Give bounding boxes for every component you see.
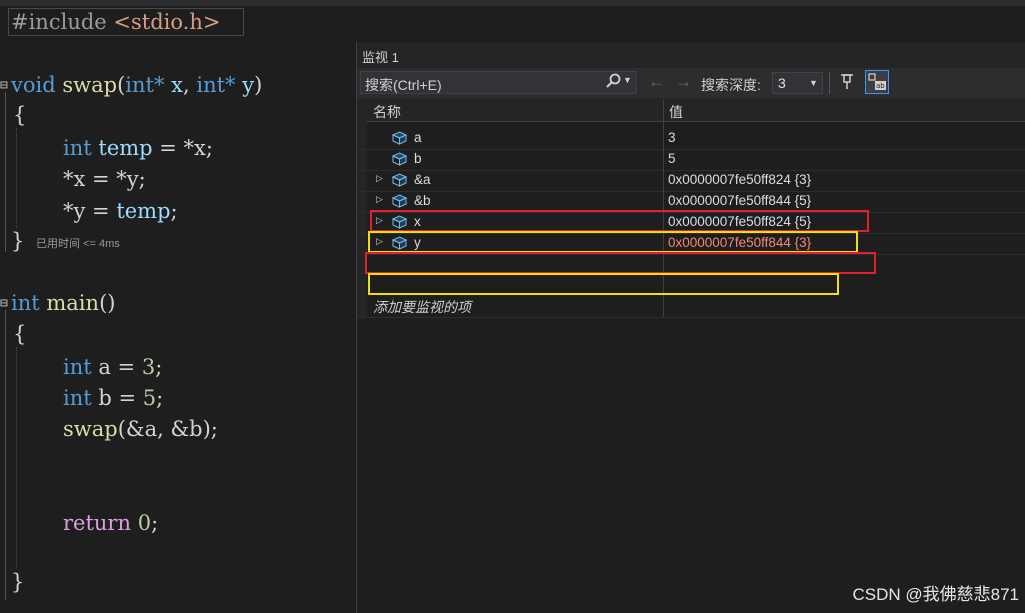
red-highlight-box bbox=[370, 210, 869, 232]
search-depth-label: 搜索深度: bbox=[701, 77, 761, 93]
pin-icon[interactable] bbox=[839, 72, 855, 94]
add-watch-placeholder: 添加要监视的项 bbox=[373, 299, 471, 315]
watch-window: 监视 1 搜索(Ctrl+E) ▼ ← → 搜索深度: 3 ▼ ab 名称 值 … bbox=[356, 42, 1025, 613]
main-close-brace: } bbox=[11, 570, 25, 594]
yellow-highlight-box bbox=[368, 231, 858, 253]
hex-display-icon[interactable]: ab bbox=[865, 70, 889, 94]
watch-row-value: 3 bbox=[668, 130, 676, 145]
watch-row[interactable]: b5 bbox=[357, 149, 1025, 171]
watch-row-name: &a bbox=[414, 172, 431, 187]
swap-signature[interactable]: void swap(int* x, int* y) bbox=[11, 73, 262, 97]
include-directive: #include bbox=[11, 10, 107, 34]
indent-guide bbox=[16, 347, 17, 567]
red-highlight-box bbox=[365, 252, 876, 274]
search-depth-select[interactable]: 3 ▼ bbox=[772, 72, 823, 94]
top-tab-strip bbox=[356, 0, 1025, 6]
add-watch-row[interactable]: 添加要监视的项 bbox=[357, 296, 1025, 318]
watch-row-value: 0x0000007fe50ff844 {5} bbox=[668, 193, 812, 208]
search-placeholder: 搜索(Ctrl+E) bbox=[365, 77, 442, 93]
code-editor[interactable]: #include <stdio.h> ⊟ void swap(int* x, i… bbox=[0, 0, 356, 613]
include-header: <stdio.h> bbox=[113, 10, 221, 34]
column-header-name[interactable]: 名称 bbox=[357, 99, 663, 122]
fold-line bbox=[5, 310, 6, 600]
swap-open-brace: { bbox=[13, 103, 27, 127]
variable-icon bbox=[391, 194, 408, 208]
watch-row[interactable]: a3 bbox=[357, 128, 1025, 150]
watch-row-value: 0x0000007fe50ff824 {3} bbox=[668, 172, 812, 187]
search-depth-value: 3 bbox=[778, 75, 786, 91]
collapse-toggle-swap[interactable]: ⊟ bbox=[0, 78, 8, 93]
line-return[interactable]: return 0; bbox=[63, 511, 158, 535]
expand-arrow-icon[interactable]: ▷ bbox=[376, 194, 383, 205]
line-int-b[interactable]: int b = 5; bbox=[63, 386, 163, 410]
watch-toolbar: 搜索(Ctrl+E) ▼ ← → 搜索深度: 3 ▼ ab bbox=[357, 68, 1025, 98]
variable-icon bbox=[391, 152, 408, 166]
swap-close-brace: } bbox=[11, 229, 25, 253]
search-dropdown-icon[interactable]: ▼ bbox=[623, 75, 632, 85]
search-icon[interactable] bbox=[605, 73, 621, 93]
indent-guide bbox=[16, 128, 17, 228]
variable-icon bbox=[391, 173, 408, 187]
back-arrow-icon[interactable]: ← bbox=[648, 72, 665, 92]
toolbar-divider bbox=[829, 72, 830, 94]
collapse-toggle-main[interactable]: ⊟ bbox=[0, 296, 8, 311]
chevron-down-icon: ▼ bbox=[809, 78, 818, 88]
main-signature[interactable]: int main() bbox=[11, 291, 115, 315]
include-line[interactable]: #include <stdio.h> bbox=[11, 10, 220, 34]
main-open-brace: { bbox=[13, 322, 27, 346]
line-int-a[interactable]: int a = 3; bbox=[63, 355, 162, 379]
csdn-watermark: CSDN @我佛慈悲871 bbox=[852, 585, 1019, 604]
elapsed-time-hint: 已用时间 <= 4ms bbox=[36, 238, 120, 250]
fold-line bbox=[5, 92, 6, 252]
yellow-highlight-box bbox=[368, 273, 839, 295]
variable-icon bbox=[391, 131, 408, 145]
line-deref-x[interactable]: *x = *y; bbox=[63, 167, 146, 191]
watch-row[interactable]: ▷ &a 0x0000007fe50ff824 {3} bbox=[357, 170, 1025, 192]
watch-title[interactable]: 监视 1 bbox=[362, 47, 399, 66]
watch-row-name: a bbox=[414, 130, 422, 145]
editor-tab-strip bbox=[0, 0, 356, 6]
search-input[interactable]: 搜索(Ctrl+E) ▼ bbox=[360, 71, 637, 94]
column-header-value[interactable]: 值 bbox=[664, 99, 1025, 122]
svg-text:ab: ab bbox=[876, 82, 885, 90]
line-temp[interactable]: int temp = *x; bbox=[63, 136, 213, 160]
expand-arrow-icon[interactable]: ▷ bbox=[376, 173, 383, 184]
line-deref-y[interactable]: *y = temp; bbox=[63, 199, 178, 223]
watch-row-name: b bbox=[414, 151, 422, 166]
forward-arrow-icon[interactable]: → bbox=[675, 72, 692, 92]
line-swap-call[interactable]: swap(&a, &b); bbox=[63, 417, 218, 441]
watch-row-value: 5 bbox=[668, 151, 676, 166]
watch-row-name: &b bbox=[414, 193, 431, 208]
watch-grid: 名称 值 a 3 b 5 ▷ &a 0x0000007fe50ff824 {3} ▷ &b 0x0… bbox=[357, 99, 1025, 613]
